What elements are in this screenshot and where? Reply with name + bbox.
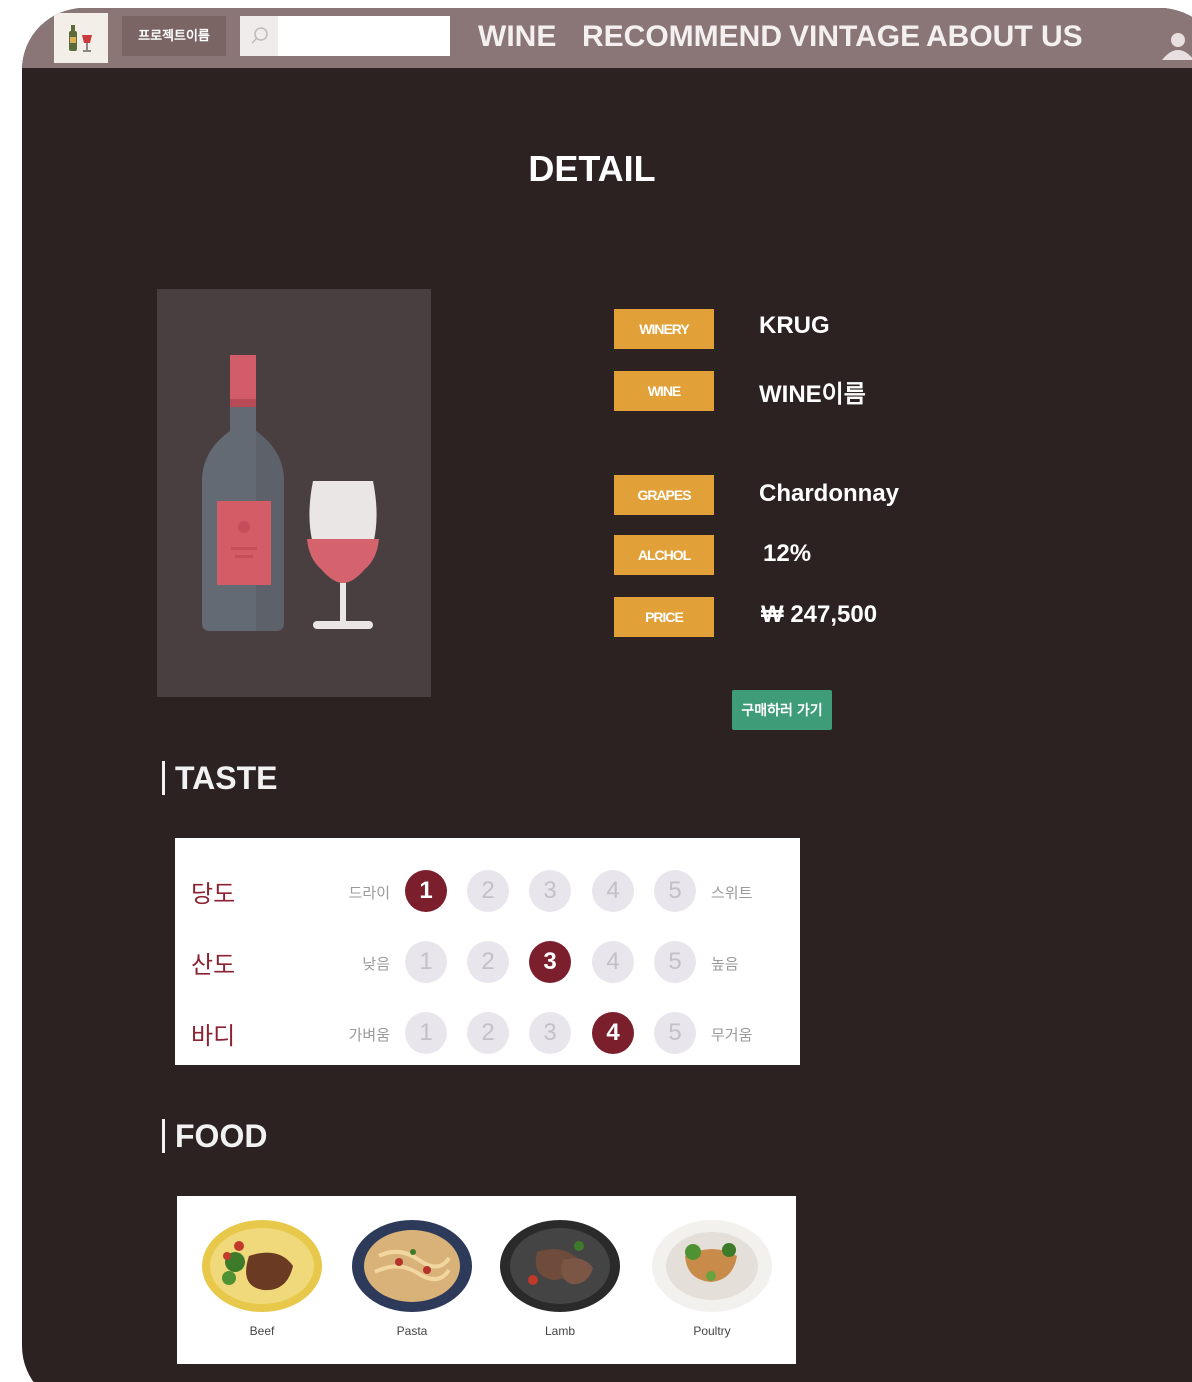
taste-dot-5[interactable]: 5 [654,1012,696,1054]
price-value: ₩ 247,500 [761,601,878,628]
nav-wine[interactable]: WINE [478,20,556,54]
taste-dot-2[interactable]: 2 [467,870,509,912]
wine-bottle-glass-illustration [202,355,379,631]
page-title: DETAIL [528,148,656,189]
taste-row-sweetness: 당도 드라이 1 2 3 4 5 스위트 [175,868,800,912]
taste-dot-1[interactable]: 1 [405,1012,447,1054]
food-panel: Beef Pasta Lamb Poultry [177,1196,796,1364]
search-button[interactable] [240,16,278,56]
alcohol-value: 12% [763,540,812,567]
taste-heading: TASTE [162,760,278,797]
poultry-dish-icon [652,1220,772,1312]
search-icon [251,27,268,44]
taste-dot-3[interactable]: 3 [529,870,571,912]
project-name[interactable]: 프로젝트이름 [122,16,226,56]
wine-image [157,289,431,697]
taste-dot-2[interactable]: 2 [467,941,509,983]
food-heading-text: FOOD [175,1118,268,1154]
taste-dot-1[interactable]: 1 [405,941,447,983]
taste-panel: 당도 드라이 1 2 3 4 5 스위트 산도 낮음 1 2 3 4 5 높음 … [175,838,800,1065]
nav-vintage[interactable]: VINTAGE [789,20,920,54]
wine-badge: WINE [614,371,714,411]
nav-recommend[interactable]: RECOMMEND [582,20,782,54]
heading-bar [162,1119,165,1153]
grapes-badge: GRAPES [614,475,714,515]
search-input[interactable] [280,18,446,54]
food-label: Poultry [693,1324,731,1338]
taste-low-label: 가벼움 [348,1027,390,1044]
user-icon[interactable] [1158,30,1192,60]
food-item-pasta[interactable]: Pasta [347,1196,477,1364]
grapes-value: Chardonnay [759,480,900,507]
wine-name-value: WINE이름 [759,381,866,408]
food-label: Pasta [396,1324,428,1338]
food-item-poultry[interactable]: Poultry [647,1196,777,1364]
pasta-dish-icon [352,1220,472,1312]
taste-low-label: 드라이 [348,885,390,902]
food-heading: FOOD [162,1118,267,1155]
food-label: Lamb [544,1324,576,1338]
taste-row-acidity: 산도 낮음 1 2 3 4 5 높음 [175,939,800,983]
price-badge: PRICE [614,597,714,637]
food-item-lamb[interactable]: Lamb [495,1196,625,1364]
logo[interactable] [54,13,108,63]
heading-bar [162,761,165,795]
taste-high-label: 높음 [711,956,739,973]
search-box [240,16,450,56]
nav-about-us[interactable]: ABOUT US [926,20,1083,54]
taste-dot-4[interactable]: 4 [592,941,634,983]
food-item-beef[interactable]: Beef [197,1196,327,1364]
taste-dot-5[interactable]: 5 [654,870,696,912]
taste-dot-3[interactable]: 3 [529,1012,571,1054]
taste-dot-3[interactable]: 3 [529,941,571,983]
taste-dot-4[interactable]: 4 [592,1012,634,1054]
taste-dot-2[interactable]: 2 [467,1012,509,1054]
beef-dish-icon [202,1220,322,1312]
taste-dot-4[interactable]: 4 [592,870,634,912]
lamb-dish-icon [500,1220,620,1312]
taste-row-body: 바디 가벼움 1 2 3 4 5 무거움 [175,1010,800,1054]
taste-high-label: 무거움 [711,1027,753,1044]
winery-badge: WINERY [614,309,714,349]
taste-dot-5[interactable]: 5 [654,941,696,983]
top-navbar: 프로젝트이름 WINE RECOMMEND VINTAGE ABOUT US [22,8,1192,68]
winery-value: KRUG [759,312,830,339]
taste-label: 산도 [191,952,236,979]
buy-button[interactable]: 구매하러 가기 [732,690,832,730]
taste-label: 바디 [191,1023,236,1050]
wine-logo-icon [69,25,92,52]
taste-high-label: 스위트 [711,885,753,902]
taste-dot-1[interactable]: 1 [405,870,447,912]
taste-heading-text: TASTE [175,760,278,796]
taste-low-label: 낮음 [362,956,390,973]
food-label: Beef [249,1324,275,1338]
page-frame: 프로젝트이름 WINE RECOMMEND VINTAGE ABOUT US D… [22,8,1192,1382]
taste-label: 당도 [191,881,236,908]
alcohol-badge: ALCHOL [614,535,714,575]
